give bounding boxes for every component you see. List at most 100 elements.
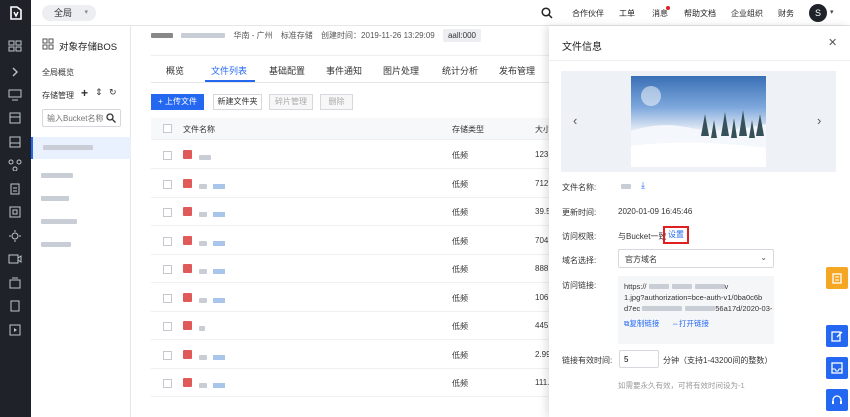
- nav-tickets[interactable]: 工单: [619, 8, 635, 19]
- edit-float-button[interactable]: [826, 325, 848, 347]
- layers-icon[interactable]: [8, 112, 22, 124]
- row-checkbox[interactable]: [163, 379, 172, 388]
- row-checkbox[interactable]: [163, 265, 172, 274]
- tab-event-notify[interactable]: 事件通知: [326, 64, 362, 77]
- headset-icon: [832, 395, 842, 404]
- size-cell: 106: [535, 292, 549, 302]
- feedback-float-button[interactable]: [826, 267, 848, 289]
- chevron-left-icon[interactable]: ‹: [573, 113, 577, 128]
- table-row[interactable]: 低频 2.99: [151, 341, 551, 369]
- inbox-icon: [831, 362, 843, 374]
- file-name[interactable]: [199, 380, 225, 390]
- search-icon[interactable]: [106, 113, 116, 123]
- bucket-item[interactable]: [41, 216, 77, 226]
- search-icon[interactable]: [541, 7, 553, 19]
- chevron-right-icon[interactable]: [8, 66, 22, 78]
- video-icon[interactable]: [8, 253, 22, 265]
- nav-messages[interactable]: 消息: [652, 8, 668, 19]
- image-preview: [631, 76, 766, 167]
- file-name[interactable]: [199, 209, 225, 219]
- table-row[interactable]: 低频 888: [151, 255, 551, 283]
- table-row[interactable]: 低频 712: [151, 170, 551, 198]
- expire-time-input[interactable]: [619, 350, 659, 368]
- tab-file-list[interactable]: 文件列表: [211, 64, 247, 77]
- file-name[interactable]: [199, 181, 225, 191]
- select-all-checkbox[interactable]: [163, 124, 172, 133]
- avatar[interactable]: S: [809, 4, 827, 22]
- copy-link-button[interactable]: 复制链接: [629, 319, 659, 328]
- close-icon[interactable]: ✕: [828, 36, 837, 49]
- open-link-button[interactable]: 打开链接: [679, 319, 709, 328]
- table-row[interactable]: 低频 123: [151, 141, 551, 169]
- play-icon[interactable]: [8, 324, 22, 336]
- fragment-management-button[interactable]: 碎片管理: [269, 94, 313, 110]
- access-settings-link[interactable]: 设置: [663, 226, 689, 244]
- database-icon[interactable]: [8, 206, 22, 218]
- row-checkbox[interactable]: [163, 293, 172, 303]
- bucket-search-input[interactable]: [43, 110, 105, 126]
- nav-help-docs[interactable]: 帮助文档: [684, 8, 716, 19]
- row-checkbox[interactable]: [163, 236, 172, 246]
- bucket-region: 华南 - 广州: [233, 31, 273, 40]
- bucket-item[interactable]: [41, 239, 71, 249]
- sort-icon[interactable]: ⇕: [95, 87, 103, 98]
- image-file-icon: [183, 207, 192, 216]
- file-icon[interactable]: [8, 300, 22, 312]
- link-icon: ⇔: [671, 319, 679, 328]
- inbox-float-button[interactable]: [826, 357, 848, 379]
- image-file-icon: [183, 349, 192, 359]
- file-name[interactable]: [199, 152, 211, 162]
- tab-publish-mgmt[interactable]: 发布管理: [499, 64, 535, 77]
- size-cell: 445: [535, 321, 549, 330]
- grid-icon[interactable]: [8, 40, 22, 52]
- row-checkbox[interactable]: [163, 151, 172, 160]
- delete-button[interactable]: 删除: [320, 94, 353, 110]
- table-row[interactable]: 低频 111.: [151, 369, 551, 397]
- row-checkbox[interactable]: [163, 208, 172, 217]
- chevron-down-icon[interactable]: ▾: [830, 8, 834, 16]
- file-name[interactable]: [199, 238, 225, 248]
- download-icon[interactable]: ⤓: [641, 180, 645, 191]
- file-name-label: 文件名称:: [562, 183, 597, 192]
- file-name[interactable]: [199, 352, 225, 362]
- table-row[interactable]: 低频 445: [151, 312, 551, 340]
- row-checkbox[interactable]: [163, 322, 172, 331]
- file-name[interactable]: [199, 266, 225, 276]
- tab-basic-config[interactable]: 基础配置: [269, 64, 305, 77]
- box-icon[interactable]: [8, 277, 22, 289]
- expire-unit: 分钟（支持1-43200间的整数）: [663, 356, 773, 365]
- access-label: 访问权限:: [562, 232, 597, 241]
- bucket-item[interactable]: [41, 193, 69, 203]
- chevron-right-icon[interactable]: ›: [817, 113, 821, 128]
- row-checkbox[interactable]: [163, 350, 172, 360]
- network-icon[interactable]: [8, 159, 22, 171]
- upload-file-button[interactable]: + 上传文件: [151, 94, 204, 110]
- storage-type-cell: 低频: [452, 179, 468, 189]
- row-checkbox[interactable]: [163, 179, 172, 189]
- tab-overview[interactable]: 概览: [166, 64, 184, 77]
- bucket-item-active[interactable]: [31, 137, 131, 159]
- table-row[interactable]: 低频 704: [151, 227, 551, 255]
- nav-organization[interactable]: 企业组织: [731, 8, 763, 19]
- bucket-item[interactable]: [41, 170, 73, 180]
- storage-type-cell: 低频: [452, 293, 468, 303]
- add-bucket-icon[interactable]: +: [81, 86, 88, 100]
- nav-finance[interactable]: 财务: [778, 8, 794, 19]
- new-folder-button[interactable]: 新建文件夹: [213, 94, 262, 110]
- storage-icon[interactable]: [8, 136, 22, 148]
- table-row[interactable]: 低频 39.5: [151, 198, 551, 226]
- nav-partners[interactable]: 合作伙伴: [572, 8, 604, 19]
- table-row[interactable]: 低频 106: [151, 284, 551, 312]
- settings-icon[interactable]: [8, 230, 22, 242]
- monitor-icon[interactable]: [8, 89, 22, 101]
- refresh-icon[interactable]: ↻: [109, 87, 117, 98]
- updated-time-value: 2020-01-09 16:45:46: [618, 207, 693, 216]
- tab-statistics[interactable]: 统计分析: [442, 64, 478, 77]
- domain-select[interactable]: 官方域名 ⌄: [618, 249, 774, 268]
- file-name[interactable]: [199, 323, 205, 333]
- nav-global-overview[interactable]: 全局概览: [42, 67, 74, 78]
- tab-image-processing[interactable]: 图片处理: [383, 64, 419, 77]
- support-float-button[interactable]: [826, 389, 848, 411]
- file-name[interactable]: [199, 295, 225, 305]
- document-icon[interactable]: [8, 183, 22, 195]
